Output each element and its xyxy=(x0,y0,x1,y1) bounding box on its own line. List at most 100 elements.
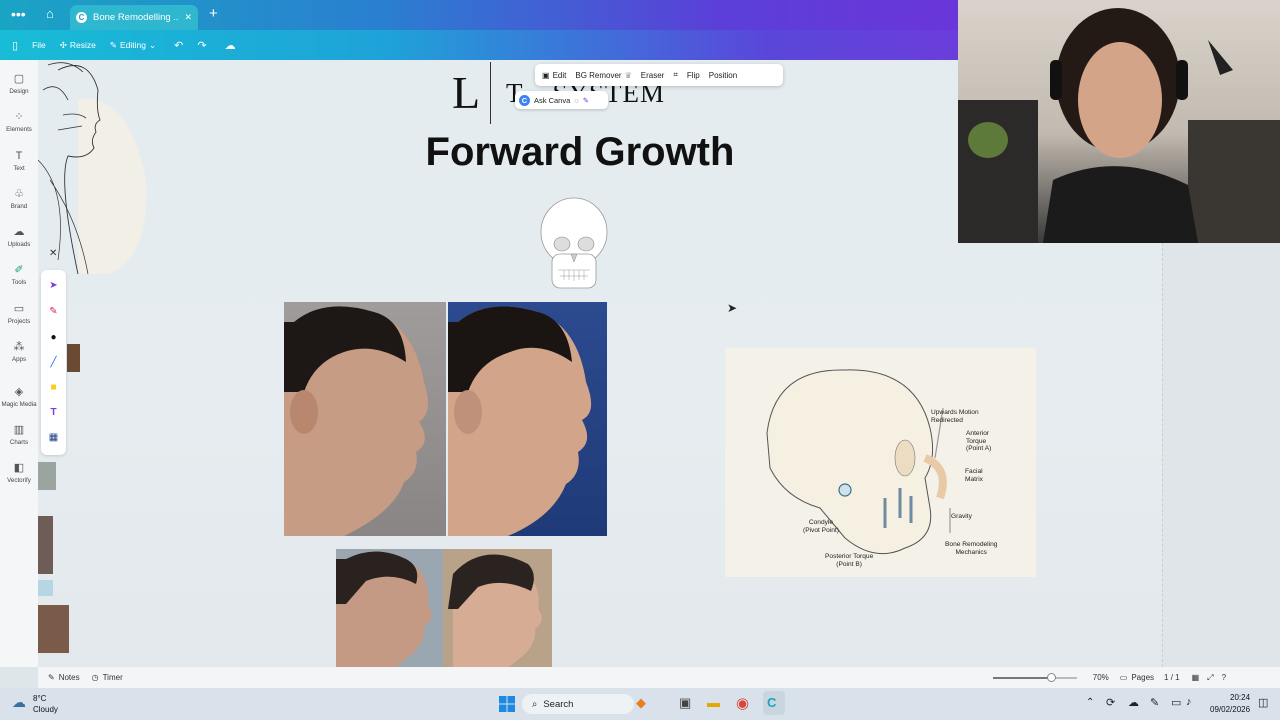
face-thumbnail[interactable] xyxy=(38,605,69,653)
show-hidden-icons-icon[interactable]: ⌃ xyxy=(1086,697,1094,708)
pen-tray-icon[interactable]: ✎ xyxy=(1150,696,1159,709)
highlighter-icon[interactable]: ╱ xyxy=(41,357,66,368)
sidebar-item-uploads[interactable]: ☁ Uploads xyxy=(0,225,38,248)
zoom-slider[interactable] xyxy=(992,672,1077,682)
notes-button[interactable]: Notes xyxy=(59,673,80,682)
help-icon[interactable]: ? xyxy=(1222,673,1226,682)
profile-photo-before[interactable] xyxy=(284,302,446,536)
sidebar-item-elements[interactable]: ⁘ Elements xyxy=(0,110,38,133)
slide-title[interactable]: Forward Growth xyxy=(380,130,780,175)
magic-edit-icon[interactable]: ✎ xyxy=(583,96,589,105)
canvas-margin-strip xyxy=(1162,243,1280,667)
skull-illustration[interactable] xyxy=(538,196,610,294)
onedrive-icon[interactable]: ☁ xyxy=(1128,696,1139,709)
sticky-note-icon[interactable]: ■ xyxy=(41,382,66,393)
face-thumbnail[interactable] xyxy=(38,516,53,574)
sidebar-item-vectorify[interactable]: ◧ Vectorify xyxy=(0,461,38,484)
sidebar-item-text[interactable]: T Text xyxy=(0,149,38,172)
windows-start-icon[interactable] xyxy=(499,696,515,712)
label-posterior-torque: Posterior Torque (Point B) xyxy=(825,553,874,568)
comment-icon[interactable]: ◌ xyxy=(574,96,578,105)
clock-date[interactable]: 09/02/2026 xyxy=(1210,705,1250,714)
marker-icon[interactable]: ● xyxy=(41,332,66,343)
eraser-button[interactable]: Eraser xyxy=(641,71,665,80)
page-count: 1 / 1 xyxy=(1164,673,1180,682)
more-options-icon[interactable]: ••• xyxy=(11,6,26,22)
label-condyle: Condyle (Pivot Point) xyxy=(803,519,839,534)
face-thumbnail[interactable] xyxy=(67,344,80,372)
windows-taskbar: ☁ 8°C Cloudy ◆ ▣ ▬ ◉ C ⌃ ⟳ ☁ ✎ ▭ ♪ 20:24… xyxy=(0,688,1280,720)
side-profile-photo-right[interactable] xyxy=(443,549,552,667)
face-thumbnail[interactable] xyxy=(38,580,53,596)
network-icon[interactable]: ▭ xyxy=(1171,696,1181,709)
tools-icon: ✐ xyxy=(14,264,24,276)
task-view-icon[interactable]: ▣ xyxy=(679,695,691,711)
chrome-icon[interactable]: ◉ xyxy=(736,694,749,712)
bg-remover-label: BG Remover xyxy=(575,70,622,80)
zoom-level[interactable]: 70% xyxy=(1093,673,1109,682)
file-menu[interactable]: File xyxy=(32,40,46,50)
pages-icon[interactable]: ▭ xyxy=(1120,673,1128,682)
text-icon: T xyxy=(15,150,23,162)
crop-button[interactable]: ⌗ xyxy=(673,70,678,80)
text-tool-icon[interactable]: T xyxy=(41,407,66,418)
face-thumbnail[interactable] xyxy=(38,462,56,490)
line-art-face-illustration[interactable] xyxy=(38,60,150,278)
label-anterior-torque: Anterior Torque (Point A) xyxy=(966,430,992,452)
logo-letter[interactable]: L xyxy=(452,66,480,119)
tab-bone-remodelling[interactable]: C Bone Remodelling ... ✕ xyxy=(70,5,198,30)
flip-label: Flip xyxy=(686,70,700,80)
clock-time[interactable]: 20:24 xyxy=(1230,693,1250,702)
edit-image-button[interactable]: ▣ Edit xyxy=(542,71,566,80)
close-draw-tools-icon[interactable]: ✕ xyxy=(49,248,57,259)
jaw-mechanics-diagram[interactable]: Upwards Motion Redirected Anterior Torqu… xyxy=(725,348,1036,577)
editing-mode-button[interactable]: ✎ Editing ⌄ xyxy=(110,40,156,51)
select-arrow-icon[interactable]: ➤ xyxy=(41,280,66,291)
close-tab-icon[interactable]: ✕ xyxy=(184,12,192,23)
pen-icon[interactable]: ✎ xyxy=(41,306,66,317)
timer-button[interactable]: Timer xyxy=(103,673,123,682)
pages-button[interactable]: Pages xyxy=(1131,673,1154,682)
cloud-save-icon[interactable]: ☁ xyxy=(225,39,236,52)
profile-photo-after[interactable] xyxy=(448,302,607,536)
undo-icon[interactable]: ↶ xyxy=(174,39,183,52)
sidebar-item-apps[interactable]: ⁂ Apps xyxy=(0,340,38,363)
volume-icon[interactable]: ♪ xyxy=(1186,696,1192,708)
side-profile-photo-left[interactable] xyxy=(336,549,443,667)
file-explorer-icon[interactable]: ▬ xyxy=(707,695,720,710)
fullscreen-icon[interactable]: ⤢ xyxy=(1207,673,1213,683)
redo-icon[interactable]: ↷ xyxy=(197,39,206,52)
flip-button[interactable]: Flip xyxy=(687,71,700,80)
sidebar-item-tools[interactable]: ✐ Tools xyxy=(0,263,38,286)
brand-icon: ♧ xyxy=(14,188,24,200)
sidebar-item-charts[interactable]: ▥ Charts xyxy=(0,423,38,446)
timer-icon[interactable]: ◷ xyxy=(92,673,99,682)
canva-logo-icon: C xyxy=(76,12,87,23)
home-icon[interactable]: ⌂ xyxy=(46,6,54,21)
taskbar-search[interactable]: ⌕ Search xyxy=(522,694,634,714)
sidebar-item-label: Brand xyxy=(10,203,28,210)
weather-temp[interactable]: 8°C xyxy=(33,694,46,703)
weather-desc[interactable]: Cloudy xyxy=(33,705,58,714)
table-icon[interactable]: ▦ xyxy=(41,432,66,443)
new-tab-icon[interactable]: + xyxy=(209,5,218,22)
bg-remover-button[interactable]: BG Remover ♛ xyxy=(575,71,631,80)
sidebar-toggle-icon[interactable]: ▯ xyxy=(12,39,18,52)
ask-canva-bar[interactable]: C Ask Canva ◌ ✎ xyxy=(515,91,608,109)
sync-icon[interactable]: ⟳ xyxy=(1106,696,1115,709)
position-button[interactable]: Position xyxy=(709,71,737,80)
taskbar-app-icon[interactable]: ◆ xyxy=(636,695,646,711)
weather-cloud-icon[interactable]: ☁ xyxy=(12,694,26,711)
notes-icon[interactable]: ✎ xyxy=(48,673,55,682)
notifications-icon[interactable]: ◫ xyxy=(1258,696,1268,709)
sidebar-item-magic-media[interactable]: ◈ Magic Media xyxy=(0,385,38,408)
grid-view-icon[interactable]: ▦ xyxy=(1192,673,1200,682)
pencil-icon: ✎ xyxy=(109,39,117,50)
sidebar-item-brand[interactable]: ♧ Brand xyxy=(0,187,38,210)
sidebar-item-design[interactable]: ▢ Design xyxy=(0,72,38,95)
resize-button[interactable]: ✣ Resize xyxy=(60,40,96,51)
logo-divider xyxy=(490,62,491,124)
zoom-slider-handle[interactable] xyxy=(1047,672,1057,682)
label-upwards-motion: Upwards Motion Redirected xyxy=(931,409,979,424)
sidebar-item-projects[interactable]: ▭ Projects xyxy=(0,302,38,325)
